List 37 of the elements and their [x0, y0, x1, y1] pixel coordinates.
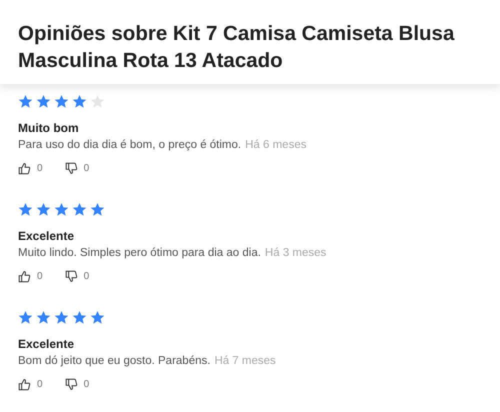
- thumbs-up-icon: [18, 270, 31, 283]
- star-icon: [18, 310, 33, 325]
- like-button[interactable]: 0: [18, 270, 43, 283]
- thumbs-up-icon: [18, 378, 31, 391]
- page-title: Opiniões sobre Kit 7 Camisa Camiseta Blusa Masculina Rota 13 Atacado: [18, 21, 456, 74]
- review-text: Muito lindo. Simples pero ótimo para dia ao dia.: [18, 247, 261, 259]
- star-icon: [54, 310, 69, 325]
- star-icon: [54, 94, 69, 109]
- star-icon: [72, 202, 87, 217]
- star-icon: [18, 94, 33, 109]
- review-title: Muito bom: [18, 121, 80, 135]
- thumbs-down-icon: [64, 162, 78, 175]
- star-icon: [90, 310, 105, 325]
- review-date: Há 6 meses: [245, 139, 306, 151]
- review-date: Há 3 meses: [264, 247, 326, 259]
- star-icon: [18, 202, 33, 217]
- dislike-button[interactable]: 0: [64, 378, 90, 391]
- star-icon: [54, 202, 69, 217]
- review-text: Para uso do dia dia é bom, o preço é ótimo.: [18, 139, 242, 151]
- review-text: Bom dó jeito que eu gosto. Parabéns.: [18, 355, 210, 367]
- like-button[interactable]: 0: [18, 378, 43, 391]
- like-button[interactable]: 0: [18, 162, 43, 175]
- thumbs-down-icon: [64, 378, 78, 391]
- review-title: Excelente: [18, 229, 76, 243]
- dislike-button[interactable]: 0: [64, 270, 90, 283]
- review-title: Excelente: [18, 337, 76, 351]
- star-icon: [72, 310, 87, 325]
- star-icon: [36, 94, 51, 109]
- star-icon: [90, 94, 105, 109]
- star-icon: [36, 202, 51, 217]
- review-date: Há 7 meses: [214, 355, 276, 367]
- thumbs-down-icon: [64, 270, 78, 283]
- thumbs-up-icon: [18, 162, 31, 175]
- star-icon: [90, 202, 105, 217]
- star-icon: [36, 310, 51, 325]
- dislike-button[interactable]: 0: [64, 162, 90, 175]
- star-icon: [72, 94, 87, 109]
